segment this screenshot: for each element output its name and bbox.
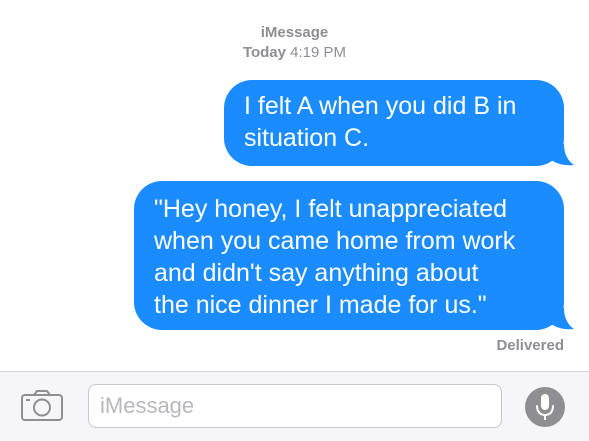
timestamp-day: Today	[242, 44, 286, 61]
bubble-tail	[548, 308, 574, 330]
bubble-tail	[548, 144, 574, 166]
message-text: I felt A when you did B in situation C.	[244, 92, 517, 152]
timestamp-time: 4:19 PM	[290, 44, 347, 61]
message-bubble-outgoing[interactable]: I felt A when you did B in situation C.	[224, 80, 574, 166]
microphone-icon	[536, 394, 554, 420]
timestamp: Today 4:19 PM	[0, 44, 589, 62]
camera-button[interactable]	[20, 390, 64, 422]
message-bubble-outgoing[interactable]: "Hey honey, I felt unappreciated when yo…	[134, 181, 574, 330]
service-label: iMessage	[260, 24, 329, 41]
camera-icon	[21, 390, 63, 421]
message-input[interactable]	[88, 384, 502, 428]
microphone-button[interactable]	[525, 387, 565, 427]
message-input-bar	[0, 371, 589, 441]
delivery-status: Delivered	[496, 337, 564, 354]
conversation-header: iMessage Today 4:19 PM	[0, 24, 589, 62]
message-text: "Hey honey, I felt unappreciated when yo…	[154, 195, 516, 319]
